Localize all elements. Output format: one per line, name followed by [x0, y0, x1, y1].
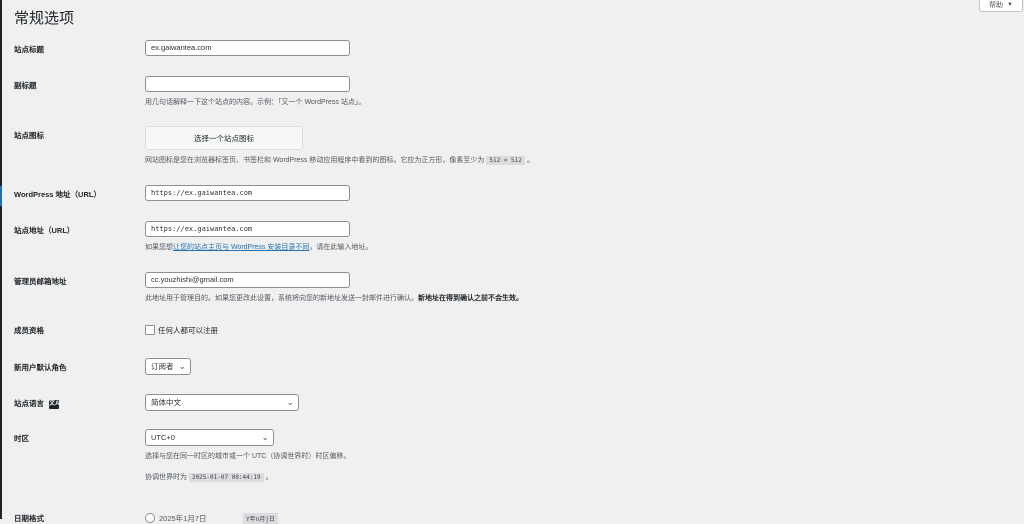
- anyone-can-register-checkbox[interactable]: [145, 325, 155, 335]
- chevron-down-icon: ⌄: [178, 361, 186, 371]
- utc-time-code: 2025-01-07 09:44:19: [188, 473, 264, 482]
- site-url-help-link[interactable]: 让您的站点主页与 WordPress 安装目录不同: [173, 244, 309, 251]
- site-language-label-row: 站点语言 文A: [14, 398, 59, 409]
- tagline-description: 用几句话解释一下这个站点的内容。示例：「又一个 WordPress 站点」。: [145, 99, 366, 106]
- default-role-label: 新用户默认角色: [14, 363, 67, 372]
- admin-email-desc-text: 此地址用于管理目的。如果您更改此设置，系统将向您的新地址发送一封邮件进行确认。: [145, 295, 418, 302]
- site-language-label: 站点语言: [14, 399, 44, 408]
- site-url-input[interactable]: https://ex.gaiwantea.com: [145, 221, 350, 237]
- membership-label: 成员资格: [14, 326, 44, 335]
- site-language-select[interactable]: 简体中文 ⌄: [145, 394, 299, 411]
- site-url-desc-suffix: ，请在此输入地址。: [309, 244, 373, 251]
- site-title-input[interactable]: ex.gaiwantea.com: [145, 40, 350, 56]
- site-icon-size-code: 512 × 512: [486, 156, 525, 165]
- site-url-description: 如果您想让您的站点主页与 WordPress 安装目录不同，请在此输入地址。: [145, 242, 372, 252]
- site-icon-desc-text: 网站图标是您在浏览器标签页、书签栏和 WordPress 移动应用程序中看到的图…: [145, 157, 485, 164]
- timezone-label: 时区: [14, 434, 29, 443]
- choose-site-icon-button-label: 选择一个站点图标: [194, 133, 254, 143]
- date-format-radio[interactable]: [145, 513, 155, 523]
- admin-menu-active-marker: [0, 186, 2, 206]
- wordpress-url-input[interactable]: https://ex.gaiwantea.com: [145, 185, 350, 201]
- chevron-down-icon: ⌄: [261, 432, 269, 442]
- caret-down-icon: ▼: [1007, 2, 1013, 8]
- page-title: 常规选项: [14, 10, 75, 27]
- utc-time-prefix: 协调世界时为: [145, 474, 187, 481]
- translate-icon: 文A: [49, 399, 60, 409]
- chevron-down-icon: ⌄: [286, 397, 294, 407]
- choose-site-icon-button[interactable]: 选择一个站点图标: [145, 126, 303, 150]
- site-language-value: 简体中文: [151, 398, 181, 407]
- timezone-description: 选择与您在同一时区的城市或一个 UTC（协调世界时）时区偏移。: [145, 453, 351, 460]
- site-icon-label: 站点图标: [14, 131, 44, 140]
- default-role-select[interactable]: 订阅者 ⌄: [145, 358, 191, 375]
- admin-menu-edge: [0, 0, 2, 519]
- site-url-desc-prefix: 如果您想: [145, 244, 173, 251]
- utc-time-line: 协调世界时为 2025-01-07 09:44:19 。: [145, 472, 273, 482]
- admin-email-input[interactable]: cc.youzhishi@gmail.com: [145, 272, 350, 288]
- timezone-select[interactable]: UTC+0 ⌄: [145, 429, 274, 446]
- site-icon-desc-suffix: 。: [526, 157, 534, 164]
- admin-email-description: 此地址用于管理目的。如果您更改此设置，系统将向您的新地址发送一封邮件进行确认。新…: [145, 293, 523, 303]
- site-url-label: 站点地址（URL）: [14, 226, 75, 235]
- site-title-label: 站点标题: [14, 45, 44, 54]
- anyone-can-register-label[interactable]: 任何人都可以注册: [158, 325, 218, 336]
- utc-time-suffix: 。: [265, 474, 273, 481]
- tagline-label: 副标题: [14, 81, 37, 90]
- default-role-value: 订阅者: [151, 362, 174, 371]
- tagline-input[interactable]: [145, 76, 350, 92]
- wordpress-url-label: WordPress 地址（URL）: [14, 190, 101, 199]
- site-icon-description: 网站图标是您在浏览器标签页、书签栏和 WordPress 移动应用程序中看到的图…: [145, 155, 534, 165]
- help-tab-button[interactable]: 帮助 ▼: [979, 0, 1023, 12]
- help-tab-label: 帮助: [989, 2, 1004, 9]
- timezone-value: UTC+0: [151, 433, 175, 442]
- admin-email-desc-bold: 新地址在得到确认之前不会生效。: [418, 295, 523, 302]
- admin-email-label: 管理员邮箱地址: [14, 277, 67, 286]
